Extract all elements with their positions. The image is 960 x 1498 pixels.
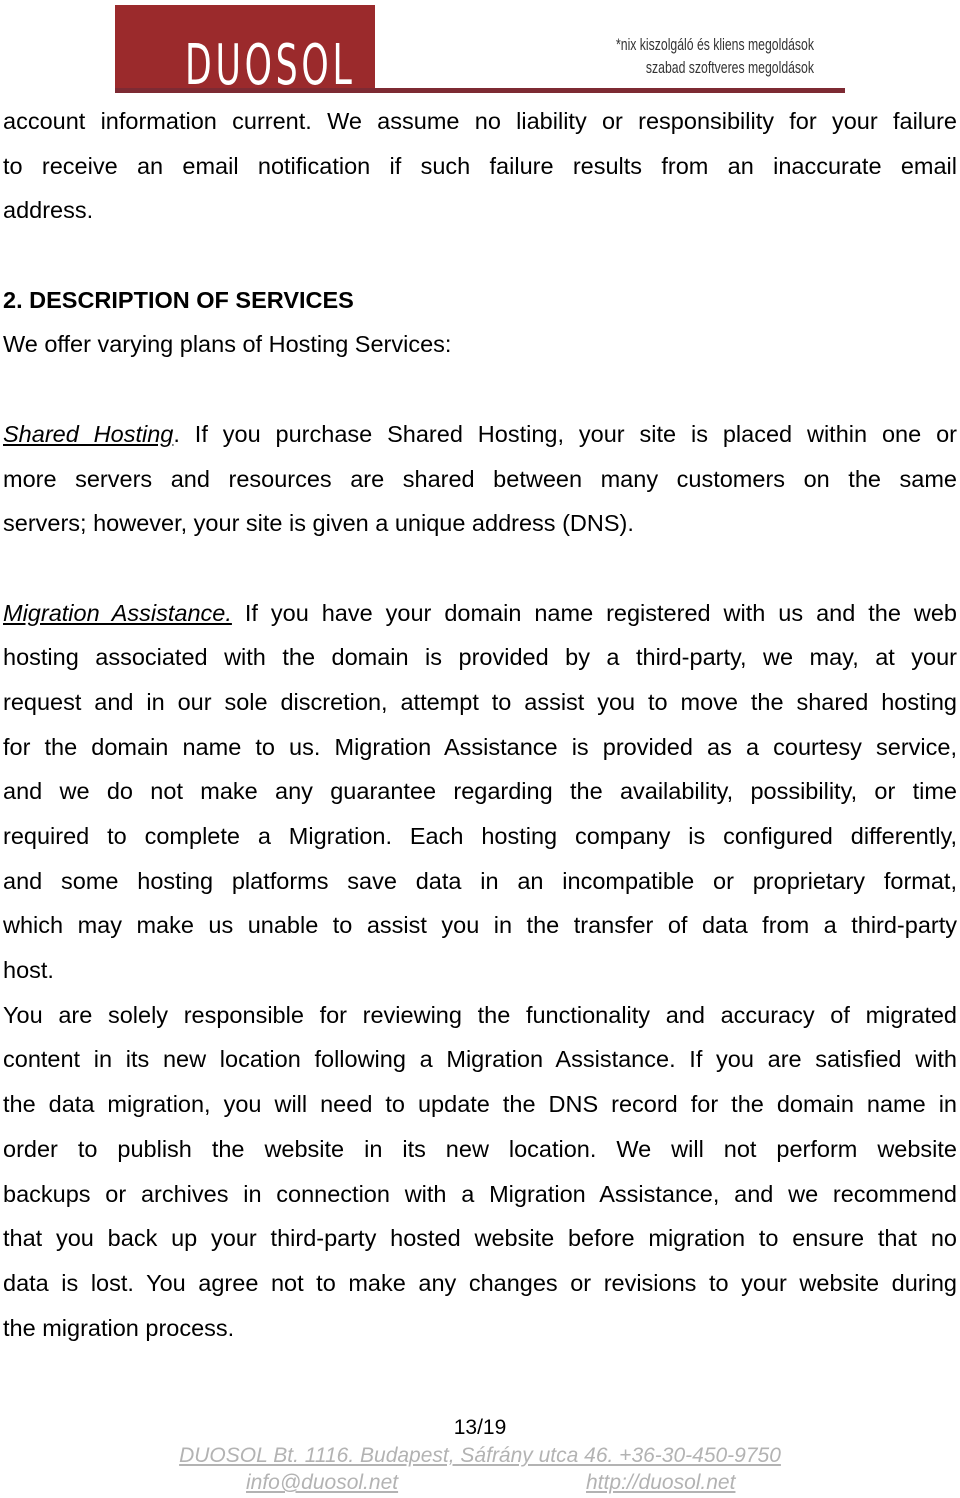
section-intro: We offer varying plans of Hosting Servic… bbox=[3, 331, 452, 358]
migration-line: which may make us unable to assist you i… bbox=[3, 912, 957, 939]
migration-line: hosting associated with the domain is pr… bbox=[3, 644, 957, 671]
tagline-line-2: szabad szoftveres megoldások bbox=[645, 58, 814, 77]
intro-line: to receive an email notification if such… bbox=[3, 152, 957, 179]
responsibility-line: backups or archives in connection with a… bbox=[3, 1180, 957, 1207]
shared-hosting-line: servers; however, your site is given a u… bbox=[3, 510, 634, 537]
page-header: DUOSOL *nix kiszolgáló és kliens megoldá… bbox=[0, 0, 960, 100]
header-rule bbox=[115, 88, 845, 93]
footer-address: DUOSOL Bt. 1116. Budapest, Sáfrány utca … bbox=[179, 1444, 781, 1467]
tagline-line-1: *nix kiszolgáló és kliens megoldások bbox=[616, 35, 814, 54]
intro-line: account information current. We assume n… bbox=[3, 108, 957, 134]
responsibility-line: content in its new location following a … bbox=[3, 1046, 957, 1073]
migration-line: host. bbox=[3, 957, 54, 984]
responsibility-line: that you back up your third-party hosted… bbox=[3, 1225, 957, 1252]
responsibility-line: the data migration, you will need to upd… bbox=[3, 1091, 957, 1118]
section-heading: 2. DESCRIPTION OF SERVICES bbox=[3, 286, 354, 313]
logo: DUOSOL bbox=[115, 5, 375, 94]
shared-hosting-term: Shared Hosting bbox=[3, 420, 174, 447]
responsibility-line: order to publish the website in its new … bbox=[3, 1135, 957, 1162]
page-number: 13/19 bbox=[453, 1416, 507, 1439]
responsibility-line: the migration process. bbox=[3, 1314, 235, 1341]
document-body: account information current. We assume n… bbox=[3, 99, 957, 1350]
responsibility-line: data is lost. You agree not to make any … bbox=[3, 1269, 957, 1296]
migration-assistance-term: Migration Assistance. bbox=[3, 599, 232, 626]
migration-line: and some hosting platforms save data in … bbox=[3, 867, 957, 894]
tagline: *nix kiszolgáló és kliens megoldások sza… bbox=[616, 33, 814, 79]
footer-email-link[interactable]: info@duosol.net bbox=[246, 1469, 398, 1496]
migration-line: Migration Assistance. If you have your d… bbox=[3, 591, 957, 636]
shared-hosting-line: Shared Hosting. If you purchase Shared H… bbox=[3, 412, 957, 457]
shared-hosting-text: . If you purchase Shared Hosting, your s… bbox=[173, 420, 957, 447]
footer-website-link[interactable]: http://duosol.net bbox=[586, 1469, 735, 1496]
migration-line: required to complete a Migration. Each h… bbox=[3, 823, 957, 849]
migration-line: request and in our sole discretion, atte… bbox=[3, 688, 957, 715]
shared-hosting-line: more servers and resources are shared be… bbox=[3, 465, 957, 492]
migration-line: and we do not make any guarantee regardi… bbox=[3, 778, 957, 805]
logo-text: DUOSOL bbox=[185, 33, 356, 98]
migration-line: for the domain name to us. Migration Ass… bbox=[3, 733, 957, 760]
intro-line: address. bbox=[3, 197, 94, 224]
migration-text: If you have your domain name registered … bbox=[231, 599, 957, 626]
responsibility-line: You are solely responsible for reviewing… bbox=[3, 1001, 957, 1028]
